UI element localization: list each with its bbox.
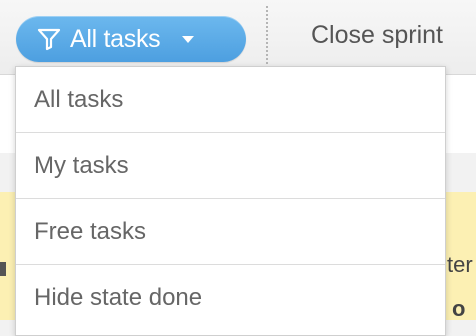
task-text-fragment: ter [447, 252, 473, 277]
toolbar: All tasks Close sprint [0, 0, 476, 75]
toolbar-divider [266, 6, 268, 68]
menu-item-all-tasks[interactable]: All tasks [16, 67, 445, 133]
close-sprint-button[interactable]: Close sprint [311, 21, 443, 50]
menu-item-free-tasks[interactable]: Free tasks [16, 199, 445, 265]
filter-dropdown-menu: All tasks My tasks Free tasks Hide state… [15, 66, 446, 336]
filter-dropdown-button[interactable]: All tasks [16, 16, 246, 62]
filter-icon [36, 26, 62, 52]
caret-down-icon [182, 35, 195, 43]
filter-button-label: All tasks [70, 24, 161, 53]
task-text-fragment-2: o [452, 296, 466, 321]
task-row-marker [0, 262, 6, 276]
menu-item-hide-state-done[interactable]: Hide state done [16, 265, 445, 331]
menu-item-my-tasks[interactable]: My tasks [16, 133, 445, 199]
